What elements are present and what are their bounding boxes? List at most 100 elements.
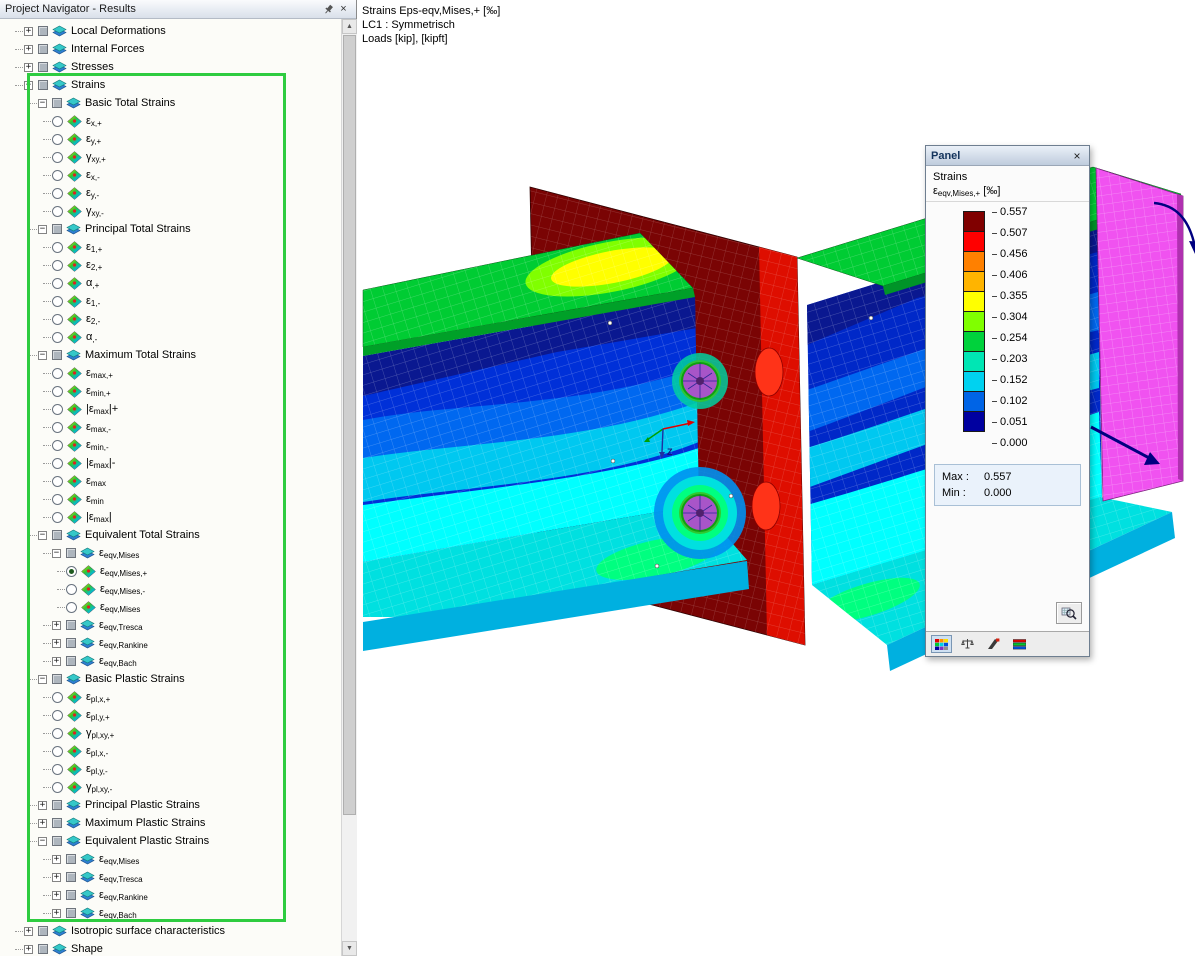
result-radio[interactable]: [52, 404, 63, 415]
visibility-checkbox[interactable]: [66, 872, 76, 882]
tree-leaf-item[interactable]: εpl,x,+: [0, 688, 341, 706]
visibility-checkbox[interactable]: [38, 944, 48, 954]
navigator-scrollbar[interactable]: ▲ ▼: [341, 19, 357, 956]
tree-leaf-item[interactable]: εy,-: [0, 184, 341, 202]
tree-branch-item[interactable]: −Equivalent Plastic Strains: [0, 832, 341, 850]
tree-leaf-item[interactable]: ε1,+: [0, 238, 341, 256]
expand-icon[interactable]: +: [52, 855, 61, 864]
tree-branch-item[interactable]: +Principal Plastic Strains: [0, 796, 341, 814]
result-radio[interactable]: [52, 260, 63, 271]
tree-branch-item[interactable]: −Principal Total Strains: [0, 220, 341, 238]
result-radio[interactable]: [66, 584, 77, 595]
tree-branch-item[interactable]: −Basic Plastic Strains: [0, 670, 341, 688]
result-radio[interactable]: [66, 602, 77, 613]
result-radio[interactable]: [52, 458, 63, 469]
scroll-down-button[interactable]: ▼: [342, 941, 357, 956]
visibility-checkbox[interactable]: [66, 620, 76, 630]
visibility-checkbox[interactable]: [52, 350, 62, 360]
result-radio[interactable]: [52, 188, 63, 199]
visibility-checkbox[interactable]: [38, 26, 48, 36]
expand-icon[interactable]: +: [24, 63, 33, 72]
expand-icon[interactable]: +: [52, 873, 61, 882]
visibility-checkbox[interactable]: [66, 854, 76, 864]
visibility-checkbox[interactable]: [38, 44, 48, 54]
collapse-icon[interactable]: −: [38, 675, 47, 684]
result-radio[interactable]: [52, 692, 63, 703]
visibility-checkbox[interactable]: [66, 638, 76, 648]
tree-leaf-item[interactable]: εmax,-: [0, 418, 341, 436]
collapse-icon[interactable]: −: [38, 531, 47, 540]
visibility-checkbox[interactable]: [52, 98, 62, 108]
scrollbar-track[interactable]: [342, 34, 357, 941]
visibility-checkbox[interactable]: [52, 836, 62, 846]
visibility-checkbox[interactable]: [66, 908, 76, 918]
collapse-icon[interactable]: −: [38, 837, 47, 846]
tree-leaf-item[interactable]: γpl,xy,+: [0, 724, 341, 742]
collapse-icon[interactable]: −: [38, 225, 47, 234]
result-radio[interactable]: [52, 710, 63, 721]
result-radio[interactable]: [52, 368, 63, 379]
close-icon[interactable]: ×: [336, 2, 351, 16]
tree-leaf-item[interactable]: α,+: [0, 274, 341, 292]
tree-leaf-item[interactable]: |εmax|: [0, 508, 341, 526]
tree-branch-item[interactable]: +Shape: [0, 940, 341, 956]
result-radio[interactable]: [52, 242, 63, 253]
tree-leaf-item[interactable]: ε1,-: [0, 292, 341, 310]
tree-leaf-item[interactable]: εmin: [0, 490, 341, 508]
visibility-checkbox[interactable]: [38, 62, 48, 72]
tree-leaf-item[interactable]: εmax: [0, 472, 341, 490]
scroll-up-button[interactable]: ▲: [342, 19, 357, 34]
result-radio[interactable]: [52, 764, 63, 775]
filter-tab-button[interactable]: [983, 635, 1004, 653]
visibility-checkbox[interactable]: [52, 674, 62, 684]
tree-branch-item[interactable]: +εeqv,Bach: [0, 652, 341, 670]
tree-leaf-item[interactable]: ε2,+: [0, 256, 341, 274]
expand-icon[interactable]: +: [52, 909, 61, 918]
result-radio[interactable]: [52, 440, 63, 451]
tree-leaf-item[interactable]: εpl,y,-: [0, 760, 341, 778]
collapse-icon[interactable]: −: [52, 549, 61, 558]
tree-leaf-item[interactable]: εeqv,Mises,-: [0, 580, 341, 598]
expand-icon[interactable]: +: [24, 27, 33, 36]
result-radio[interactable]: [52, 296, 63, 307]
result-radio[interactable]: [52, 152, 63, 163]
tree-branch-item[interactable]: −Basic Total Strains: [0, 94, 341, 112]
result-radio[interactable]: [52, 332, 63, 343]
tree-leaf-item[interactable]: εy,+: [0, 130, 341, 148]
tree-branch-item[interactable]: +Maximum Plastic Strains: [0, 814, 341, 832]
result-radio[interactable]: [52, 512, 63, 523]
collapse-icon[interactable]: −: [38, 99, 47, 108]
tree-branch-item[interactable]: +Isotropic surface characteristics: [0, 922, 341, 940]
panel-titlebar[interactable]: Panel ×: [926, 146, 1089, 166]
tree-leaf-item[interactable]: |εmax|-: [0, 454, 341, 472]
expand-icon[interactable]: +: [52, 621, 61, 630]
visibility-checkbox[interactable]: [52, 818, 62, 828]
visibility-checkbox[interactable]: [52, 800, 62, 810]
tree-branch-item[interactable]: −Strains: [0, 76, 341, 94]
tree-leaf-item[interactable]: εmin,-: [0, 436, 341, 454]
tree-leaf-item[interactable]: εx,+: [0, 112, 341, 130]
tree-leaf-item[interactable]: εeqv,Mises: [0, 598, 341, 616]
tree-leaf-item[interactable]: εpl,x,-: [0, 742, 341, 760]
result-radio[interactable]: [52, 134, 63, 145]
tree-leaf-item[interactable]: εmin,+: [0, 382, 341, 400]
tree-branch-item[interactable]: +εeqv,Mises: [0, 850, 341, 868]
visibility-checkbox[interactable]: [52, 224, 62, 234]
result-radio[interactable]: [52, 746, 63, 757]
factors-tab-button[interactable]: [957, 635, 978, 653]
expand-icon[interactable]: +: [24, 927, 33, 936]
collapse-icon[interactable]: −: [24, 81, 33, 90]
collapse-icon[interactable]: −: [38, 351, 47, 360]
tree-leaf-item[interactable]: εmax,+: [0, 364, 341, 382]
visibility-checkbox[interactable]: [38, 926, 48, 936]
visibility-checkbox[interactable]: [66, 656, 76, 666]
expand-icon[interactable]: +: [52, 657, 61, 666]
tree-leaf-item[interactable]: γxy,+: [0, 148, 341, 166]
expand-icon[interactable]: +: [52, 639, 61, 648]
tree-branch-item[interactable]: −Equivalent Total Strains: [0, 526, 341, 544]
tree-branch-item[interactable]: +εeqv,Bach: [0, 904, 341, 922]
result-radio[interactable]: [52, 386, 63, 397]
result-radio[interactable]: [52, 314, 63, 325]
tree-leaf-item[interactable]: ε2,-: [0, 310, 341, 328]
result-radio[interactable]: [52, 728, 63, 739]
